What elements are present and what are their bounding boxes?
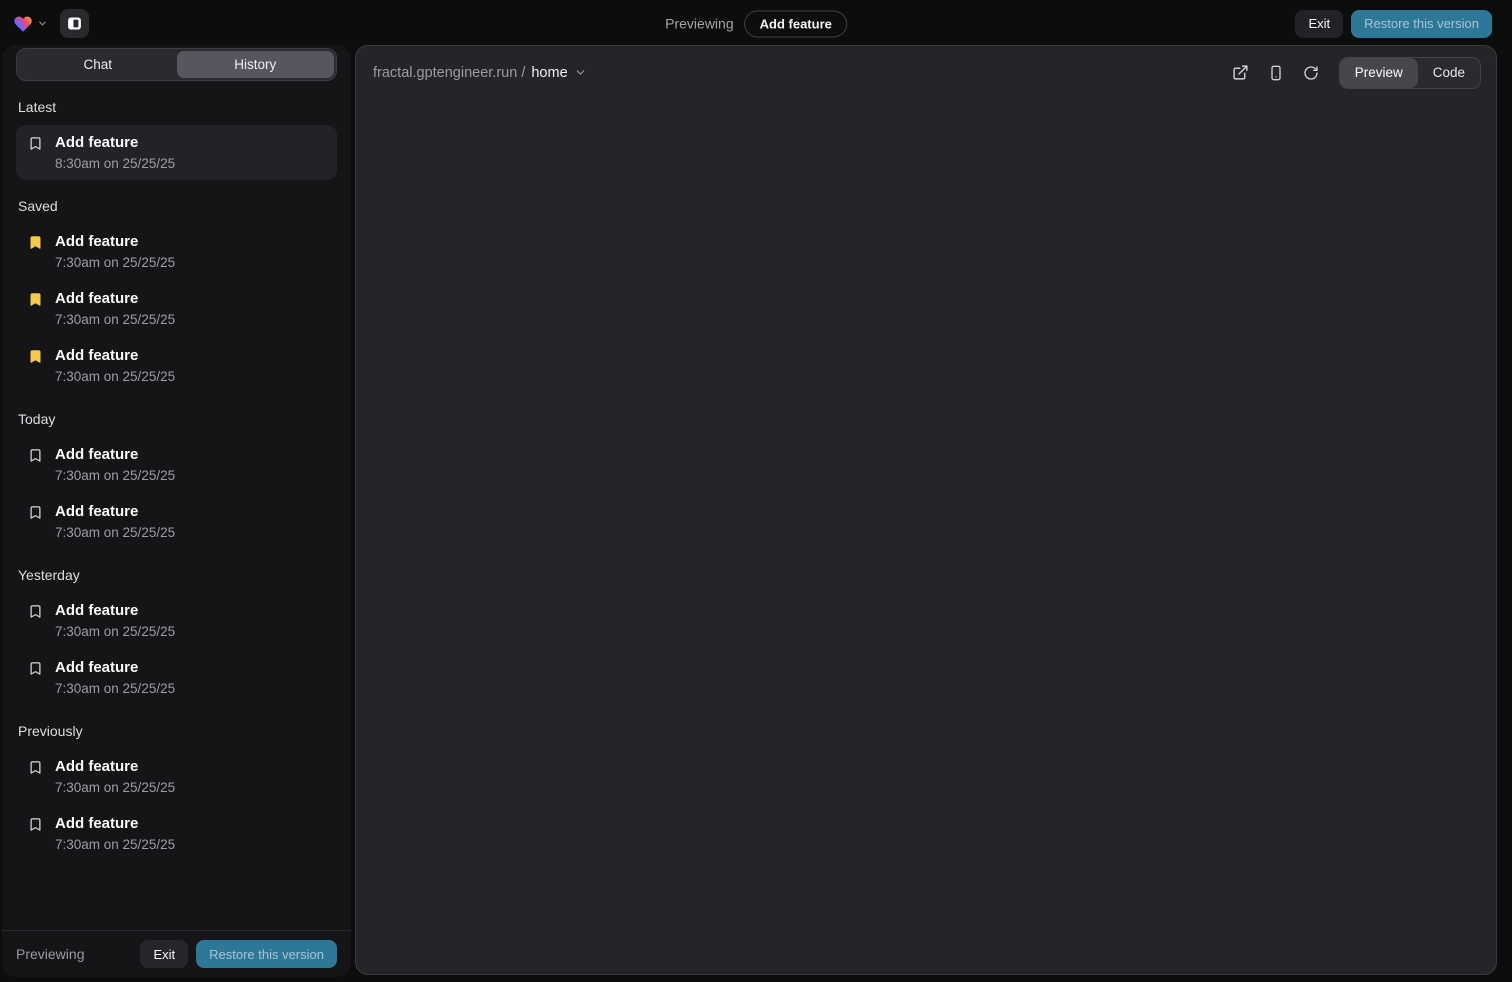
history-item-title: Add feature [55,815,175,832]
history-item[interactable]: Add feature 7:30am on 25/25/25 [16,281,337,336]
sidebar-footer: Previewing Exit Restore this version [2,930,351,977]
footer-exit-button[interactable]: Exit [140,940,188,968]
preview-body [356,99,1496,974]
exit-button[interactable]: Exit [1295,10,1343,38]
history-item-title: Add feature [55,446,175,463]
section-title: Today [18,411,335,427]
history-item[interactable]: Add feature 8:30am on 25/25/25 [16,125,337,180]
preview-header-actions: Preview Code [1230,57,1481,89]
bookmark-outline-icon [28,760,43,775]
history-sidebar: Chat History Latest Add feature 8:30am on … [2,45,351,977]
bookmark-filled-icon [28,235,43,250]
history-item[interactable]: Add feature 7:30am on 25/25/25 [16,437,337,492]
bookmark-outline-icon [28,448,43,463]
bookmark-outline-icon [28,136,43,151]
history-item-title: Add feature [55,134,175,151]
breadcrumb-chevron-down-icon [574,66,587,79]
bookmark-outline-icon [28,817,43,832]
external-link-icon [1232,64,1249,81]
bookmark-outline-icon [28,661,43,676]
breadcrumb[interactable]: fractal.gptengineer.run / home [373,65,587,81]
history-item-timestamp: 7:30am on 25/25/25 [55,837,175,852]
history-item-title: Add feature [55,290,175,307]
tab-chat[interactable]: Chat [19,51,177,78]
bookmark-filled-icon [28,292,43,307]
history-item-timestamp: 7:30am on 25/25/25 [55,624,175,639]
history-item-timestamp: 7:30am on 25/25/25 [55,468,175,483]
tab-preview[interactable]: Preview [1340,58,1418,88]
history-item-timestamp: 7:30am on 25/25/25 [55,780,175,795]
breadcrumb-domain: fractal.gptengineer.run / [373,65,525,81]
tab-code[interactable]: Code [1418,58,1480,88]
history-item[interactable]: Add feature 7:30am on 25/25/25 [16,494,337,549]
history-item-timestamp: 8:30am on 25/25/25 [55,156,175,171]
mobile-icon [1268,65,1284,81]
tab-history[interactable]: History [177,51,335,78]
previewing-label: Previewing [665,16,733,32]
section-title: Yesterday [18,567,335,583]
topbar-left [12,9,89,38]
breadcrumb-page: home [531,65,567,81]
history-item-title: Add feature [55,602,175,619]
bookmark-outline-icon [28,604,43,619]
mobile-view-button[interactable] [1266,63,1286,83]
footer-previewing-label: Previewing [16,946,84,962]
history-item[interactable]: Add feature 7:30am on 25/25/25 [16,806,337,861]
history-item-timestamp: 7:30am on 25/25/25 [55,681,175,696]
history-item-title: Add feature [55,503,175,520]
history-item[interactable]: Add feature 7:30am on 25/25/25 [16,593,337,648]
section-title: Previously [18,723,335,739]
sidebar-tabbar: Chat History [16,48,337,81]
history-item-timestamp: 7:30am on 25/25/25 [55,525,175,540]
history-item-timestamp: 7:30am on 25/25/25 [55,255,175,270]
history-item[interactable]: Add feature 7:30am on 25/25/25 [16,338,337,393]
history-item-timestamp: 7:30am on 25/25/25 [55,369,175,384]
preview-panel: fractal.gptengineer.run / home [355,45,1497,975]
refresh-icon [1303,65,1319,81]
history-item[interactable]: Add feature 7:30am on 25/25/25 [16,224,337,279]
bookmark-filled-icon [28,349,43,364]
restore-version-button[interactable]: Restore this version [1351,10,1492,38]
history-item-title: Add feature [55,659,175,676]
history-item-title: Add feature [55,347,175,364]
history-item-timestamp: 7:30am on 25/25/25 [55,312,175,327]
section-title: Saved [18,198,335,214]
section-title: Latest [18,99,335,115]
history-item[interactable]: Add feature 7:30am on 25/25/25 [16,749,337,804]
preview-header: fractal.gptengineer.run / home [356,46,1496,99]
lovable-heart-logo-icon[interactable] [12,14,34,34]
history-item-title: Add feature [55,758,175,775]
footer-restore-version-button[interactable]: Restore this version [196,940,337,968]
logo-chevron-down-icon[interactable] [37,18,48,29]
version-name-pill[interactable]: Add feature [745,10,847,37]
sidebar-toggle-button[interactable] [60,9,89,38]
history-list: Latest Add feature 8:30am on 25/25/25 Saved… [2,81,351,930]
open-in-new-tab-button[interactable] [1230,62,1251,83]
panel-left-icon [66,15,83,32]
topbar-center: Previewing Add feature [665,10,847,37]
history-item-title: Add feature [55,233,175,250]
topbar-right: Exit Restore this version [1295,10,1492,38]
bookmark-outline-icon [28,505,43,520]
topbar: Previewing Add feature Exit Restore this… [0,0,1512,47]
history-item[interactable]: Add feature 7:30am on 25/25/25 [16,650,337,705]
preview-code-toggle: Preview Code [1339,57,1481,89]
refresh-button[interactable] [1301,63,1321,83]
